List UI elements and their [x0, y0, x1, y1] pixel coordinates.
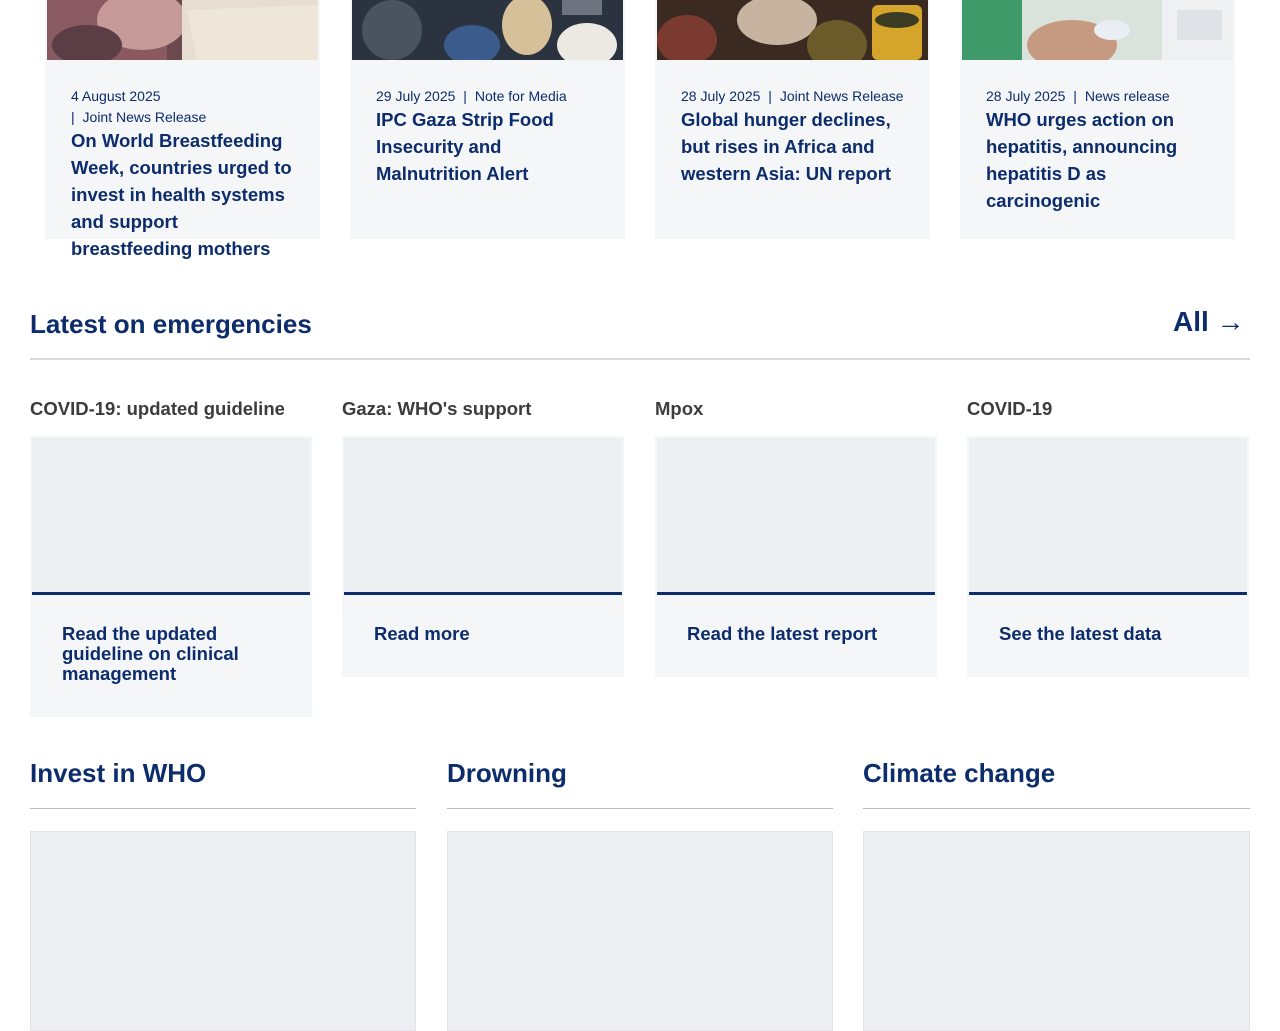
climate-change-heading[interactable]: Climate change	[863, 758, 1055, 788]
news-separator: |	[768, 88, 772, 104]
drowning-image[interactable]	[447, 831, 833, 1031]
news-photo-gaza[interactable]	[352, 0, 623, 60]
news-photo-hepatitis[interactable]	[962, 0, 1233, 60]
emergency-card[interactable]: See the latest data	[967, 436, 1249, 677]
news-date: 4 August 2025	[71, 88, 161, 104]
emergency-image[interactable]	[657, 438, 935, 595]
divider	[447, 808, 833, 809]
emergency-image[interactable]	[969, 438, 1247, 595]
news-separator: |	[463, 88, 467, 104]
news-photo-breastfeeding[interactable]	[47, 0, 318, 60]
news-title[interactable]: Global hunger declines, but rises in Afr…	[681, 106, 903, 187]
news-meta: 28 July 2025 | Joint News Release	[681, 86, 916, 107]
emergency-label[interactable]: COVID-19	[967, 397, 1052, 421]
all-emergencies-link[interactable]: All →	[1173, 307, 1245, 337]
divider	[30, 358, 1250, 360]
invest-heading[interactable]: Invest in WHO	[30, 758, 206, 788]
emergency-card[interactable]: Read more	[342, 436, 624, 677]
invest-image[interactable]	[30, 831, 416, 1031]
emergency-card[interactable]: Read the updated guideline on clinical m…	[30, 436, 312, 717]
news-separator: |	[71, 109, 75, 125]
news-card[interactable]: 29 July 2025 | Note for Media IPC Gaza S…	[350, 0, 625, 239]
climate-change-image[interactable]	[863, 831, 1250, 1031]
news-date: 28 July 2025	[681, 88, 761, 104]
emergencies-heading: Latest on emergencies	[30, 309, 312, 339]
emergency-label[interactable]: Gaza: WHO's support	[342, 397, 531, 421]
divider	[863, 808, 1250, 809]
news-type: Joint News Release	[82, 109, 207, 125]
news-type: Note for Media	[474, 88, 567, 104]
news-meta: 28 July 2025 | News release	[986, 86, 1221, 107]
news-separator: |	[1073, 88, 1077, 104]
news-title[interactable]: IPC Gaza Strip Food Insecurity and Malnu…	[376, 106, 598, 187]
news-meta: 29 July 2025 | Note for Media	[376, 86, 611, 107]
news-date: 29 July 2025	[376, 88, 456, 104]
emergency-label[interactable]: COVID-19: updated guideline	[30, 397, 285, 421]
news-type: News release	[1084, 88, 1170, 104]
news-card[interactable]: 4 August 2025 | Joint News Release On Wo…	[45, 0, 320, 259]
emergency-cta[interactable]: Read the latest report	[687, 624, 907, 644]
news-card[interactable]: 28 July 2025 | News release WHO urges ac…	[960, 0, 1235, 239]
news-photo-hunger[interactable]	[657, 0, 928, 60]
emergency-cta[interactable]: Read more	[374, 624, 594, 644]
news-title[interactable]: WHO urges action on hepatitis, announcin…	[986, 106, 1208, 214]
emergency-cta[interactable]: Read the updated guideline on clinical m…	[62, 624, 282, 684]
drowning-heading[interactable]: Drowning	[447, 758, 567, 788]
emergency-cta[interactable]: See the latest data	[999, 624, 1219, 644]
news-card[interactable]: 28 July 2025 | Joint News Release Global…	[655, 0, 930, 239]
news-title[interactable]: On World Breastfeeding Week, countries u…	[71, 127, 293, 262]
news-date: 28 July 2025	[986, 88, 1066, 104]
divider	[30, 808, 416, 809]
emergency-label[interactable]: Mpox	[655, 397, 703, 421]
emergency-image[interactable]	[344, 438, 622, 595]
news-type: Joint News Release	[779, 88, 904, 104]
emergency-image[interactable]	[32, 438, 310, 595]
news-meta: 4 August 2025 | Joint News Release	[71, 86, 306, 128]
emergency-card[interactable]: Read the latest report	[655, 436, 937, 677]
